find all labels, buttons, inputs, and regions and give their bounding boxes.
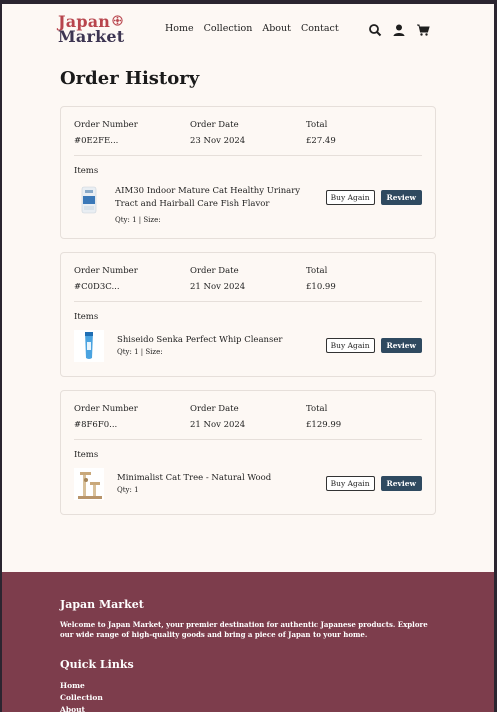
order-date: 21 Nov 2024 bbox=[190, 282, 246, 292]
product-thumbnail[interactable] bbox=[74, 330, 104, 362]
site-header: Japan Market Home Collection About Conta… bbox=[2, 4, 494, 60]
review-button[interactable]: Review bbox=[380, 190, 422, 205]
order-item: Minimalist Cat Tree - Natural Wood Qty: … bbox=[61, 468, 435, 514]
items-label: Items bbox=[74, 166, 99, 176]
order-total: £129.99 bbox=[306, 420, 342, 430]
review-button[interactable]: Review bbox=[380, 476, 422, 491]
order-meta: Order Number #0E2FE... Order Date 23 Nov 2… bbox=[61, 107, 435, 155]
buy-again-button[interactable]: Buy Again bbox=[325, 338, 375, 353]
order-date-label: Order Date bbox=[190, 404, 239, 414]
order-number: #C0D3C... bbox=[74, 282, 120, 292]
items-label: Items bbox=[74, 312, 99, 322]
nav-collection[interactable]: Collection bbox=[204, 23, 253, 34]
order-total-label: Total bbox=[306, 266, 328, 276]
product-qty: Qty: 1 | Size: bbox=[115, 216, 161, 224]
footer-description: Welcome to Japan Market, your premier de… bbox=[60, 620, 428, 639]
order-date: 21 Nov 2024 bbox=[190, 420, 246, 430]
footer-brand: Japan Market bbox=[60, 598, 144, 611]
page-title: Order History bbox=[60, 68, 200, 89]
order-meta: Order Number #8F6F0... Order Date 21 Nov 2… bbox=[61, 391, 435, 439]
cart-icon[interactable] bbox=[416, 23, 430, 37]
order-date-label: Order Date bbox=[190, 266, 239, 276]
order-card: Order Number #0E2FE... Order Date 23 Nov 2… bbox=[60, 106, 436, 239]
order-meta: Order Number #C0D3C... Order Date 21 Nov 2… bbox=[61, 253, 435, 301]
order-total: £27.49 bbox=[306, 136, 336, 146]
buy-again-button[interactable]: Buy Again bbox=[325, 190, 375, 205]
logo-word-2: Market bbox=[58, 27, 125, 46]
product-thumbnail[interactable] bbox=[74, 468, 104, 500]
flower-icon bbox=[112, 15, 123, 26]
order-total-label: Total bbox=[306, 404, 328, 414]
nav-about[interactable]: About bbox=[262, 23, 291, 34]
user-icon[interactable] bbox=[392, 23, 406, 37]
order-item: AIM30 Indoor Mature Cat Healthy Urinary … bbox=[61, 184, 435, 238]
items-label: Items bbox=[74, 450, 99, 460]
nav-contact[interactable]: Contact bbox=[301, 23, 339, 34]
order-item: Shiseido Senka Perfect Whip Cleanser Qty… bbox=[61, 330, 435, 376]
order-list: Order Number #0E2FE... Order Date 23 Nov 2… bbox=[60, 106, 436, 528]
quick-links-title: Quick Links bbox=[60, 658, 134, 671]
order-number: #8F6F0... bbox=[74, 420, 118, 430]
footer-link-about[interactable]: About bbox=[60, 704, 103, 712]
product-name: Minimalist Cat Tree - Natural Wood bbox=[117, 473, 272, 483]
buy-again-button[interactable]: Buy Again bbox=[325, 476, 375, 491]
site-logo[interactable]: Japan Market bbox=[58, 14, 125, 46]
product-name: Shiseido Senka Perfect Whip Cleanser bbox=[117, 335, 283, 345]
order-card: Order Number #8F6F0... Order Date 21 Nov 2… bbox=[60, 390, 436, 515]
order-number-label: Order Number bbox=[74, 404, 138, 414]
footer-link-collection[interactable]: Collection bbox=[60, 692, 103, 704]
item-actions: Buy Again Review bbox=[325, 190, 422, 205]
quick-links: Home Collection About bbox=[60, 680, 103, 712]
item-actions: Buy Again Review bbox=[325, 476, 422, 491]
product-thumbnail[interactable] bbox=[74, 184, 104, 216]
review-button[interactable]: Review bbox=[380, 338, 422, 353]
page: Japan Market Home Collection About Conta… bbox=[2, 4, 494, 712]
order-date: 23 Nov 2024 bbox=[190, 136, 246, 146]
order-card: Order Number #C0D3C... Order Date 21 Nov 2… bbox=[60, 252, 436, 377]
order-date-label: Order Date bbox=[190, 120, 239, 130]
header-icons bbox=[368, 23, 430, 37]
order-number: #0E2FE... bbox=[74, 136, 119, 146]
order-number-label: Order Number bbox=[74, 120, 138, 130]
nav-home[interactable]: Home bbox=[165, 23, 194, 34]
footer-link-home[interactable]: Home bbox=[60, 680, 103, 692]
order-number-label: Order Number bbox=[74, 266, 138, 276]
main-nav: Home Collection About Contact bbox=[165, 23, 339, 34]
order-total-label: Total bbox=[306, 120, 328, 130]
item-actions: Buy Again Review bbox=[325, 338, 422, 353]
order-total: £10.99 bbox=[306, 282, 336, 292]
product-name: AIM30 Indoor Mature Cat Healthy Urinary … bbox=[115, 186, 301, 209]
search-icon[interactable] bbox=[368, 23, 382, 37]
site-footer: Japan Market Welcome to Japan Market, yo… bbox=[2, 572, 494, 712]
